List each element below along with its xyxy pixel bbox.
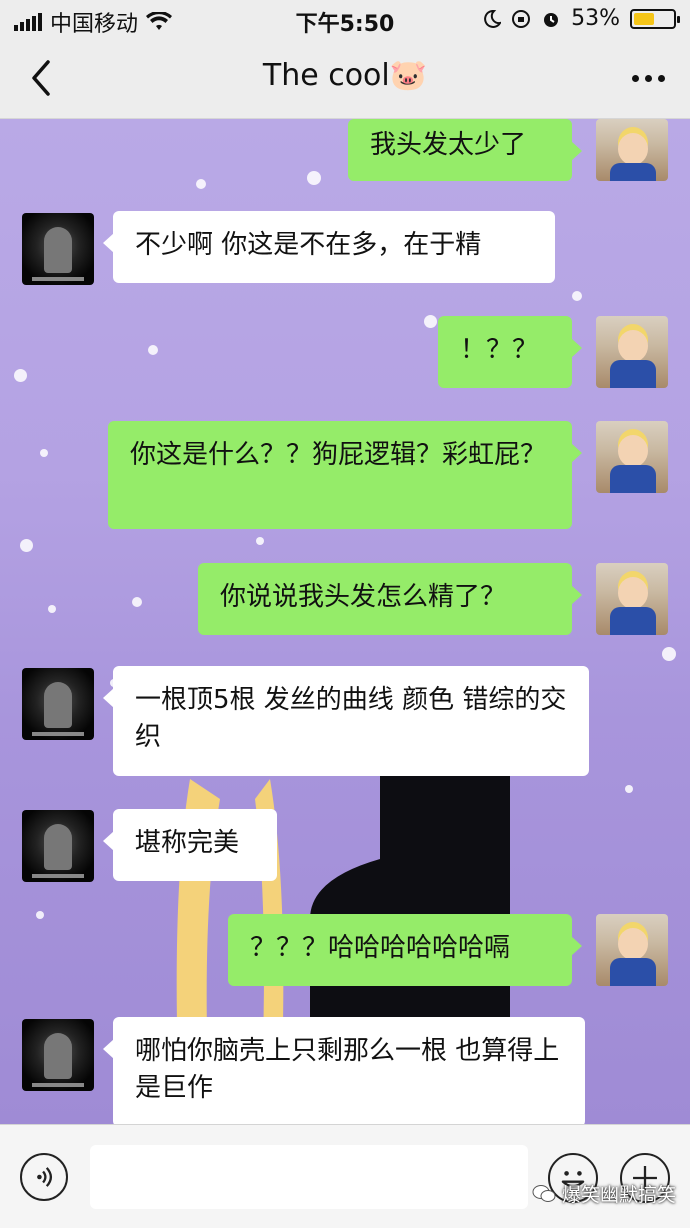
- snow-dot: [20, 539, 33, 552]
- snow-dot: [148, 345, 158, 355]
- snow-dot: [424, 315, 437, 328]
- battery-icon: [630, 8, 680, 29]
- alarm-icon: [544, 12, 559, 27]
- self-avatar[interactable]: [596, 421, 668, 493]
- more-icon[interactable]: [628, 64, 668, 92]
- watermark: 爆笑幽默搞笑: [532, 1180, 676, 1207]
- incoming-message-bubble[interactable]: 堪称完美: [103, 809, 277, 881]
- orientation-lock-icon: [512, 9, 531, 28]
- snow-dot: [662, 647, 676, 661]
- snow-dot: [256, 537, 264, 545]
- watermark-text: 爆笑幽默搞笑: [562, 1184, 677, 1206]
- moon-icon: [484, 9, 502, 28]
- self-avatar[interactable]: [596, 316, 668, 388]
- snow-dot: [196, 179, 206, 189]
- outgoing-message-bubble[interactable]: ？？？哈哈哈哈哈哈嗝: [228, 914, 582, 986]
- outgoing-message-bubble[interactable]: ！？？: [438, 316, 582, 388]
- snow-dot: [307, 171, 321, 185]
- contact-avatar[interactable]: [22, 1019, 94, 1091]
- status-right: 53%: [483, 6, 680, 31]
- contact-avatar[interactable]: [22, 213, 94, 285]
- input-bar: [0, 1124, 690, 1228]
- self-avatar[interactable]: [596, 119, 668, 181]
- snow-dot: [132, 597, 142, 607]
- battery-percent: 53%: [571, 6, 620, 31]
- contact-avatar[interactable]: [22, 810, 94, 882]
- chat-title: The cool🐷: [262, 58, 428, 93]
- incoming-message-bubble[interactable]: 一根顶5根 发丝的曲线 颜色 错综的交织: [103, 666, 589, 776]
- incoming-message-bubble[interactable]: 不少啊 你这是不在多，在于精: [103, 211, 555, 283]
- chat-header: The cool🐷: [0, 38, 690, 119]
- wechat-logo-icon: [532, 1184, 556, 1202]
- self-avatar[interactable]: [596, 914, 668, 986]
- message-list[interactable]: 我头发太少了 不少啊 你这是不在多，在于精 ！？？ 你这是什么？？狗屁逻辑？彩虹…: [0, 119, 690, 1124]
- incoming-message-bubble[interactable]: 哪怕你脑壳上只剩那么一根 也算得上是巨作: [103, 1017, 585, 1124]
- message-input[interactable]: [90, 1145, 528, 1209]
- snow-dot: [14, 369, 27, 382]
- snow-dot: [625, 785, 633, 793]
- snow-dot: [48, 605, 56, 613]
- snow-dot: [36, 911, 44, 919]
- status-bar: 中国移动 下午5:50 53%: [0, 0, 690, 38]
- outgoing-message-bubble[interactable]: 我头发太少了: [348, 119, 582, 181]
- snow-dot: [40, 449, 48, 457]
- voice-icon[interactable]: [20, 1153, 68, 1201]
- outgoing-message-bubble[interactable]: 你说说我头发怎么精了？: [198, 563, 582, 635]
- contact-avatar[interactable]: [22, 668, 94, 740]
- battery-fill: [634, 12, 654, 25]
- outgoing-message-bubble[interactable]: 你这是什么？？狗屁逻辑？彩虹屁？: [108, 421, 582, 529]
- self-avatar[interactable]: [596, 563, 668, 635]
- snow-dot: [572, 291, 582, 301]
